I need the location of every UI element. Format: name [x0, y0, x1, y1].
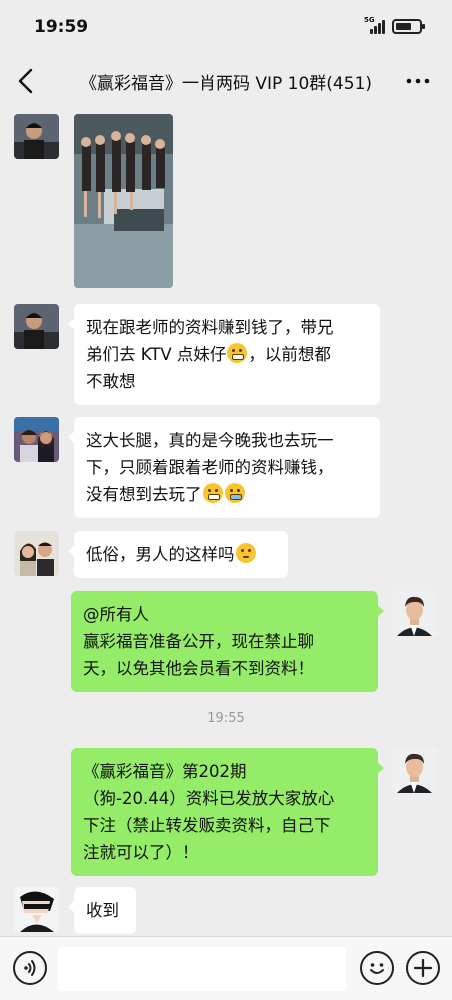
input-bar	[0, 936, 452, 1000]
message-bubble[interactable]: 收到	[68, 887, 136, 934]
avatar[interactable]	[392, 748, 437, 793]
message-text: 收到	[86, 901, 119, 920]
message-text: 这大长腿，真的是今晚我也去玩一	[86, 431, 334, 450]
message-text-line: 低俗，男人的这样吗	[86, 541, 276, 568]
chevron-left-icon	[18, 68, 33, 94]
message-text: ，以前想都	[248, 345, 331, 364]
message-bubble[interactable]: 《赢彩福音》第202期 （狗-20.44）资料已发放大家放心 下注（禁止转发贩卖…	[71, 748, 384, 876]
message-bubble[interactable]: 低俗，男人的这样吗	[68, 531, 288, 578]
plus-icon	[413, 958, 433, 978]
chat-timestamp: 19:55	[207, 711, 245, 726]
chat-image[interactable]	[74, 114, 173, 288]
emoji-button[interactable]	[360, 951, 394, 985]
message-text: 下，只顾着跟着老师的资料赚钱，	[86, 458, 334, 477]
avatar[interactable]	[392, 591, 437, 636]
avatar[interactable]	[14, 304, 59, 349]
nav-bar: 《赢彩福音》一肖两码 VIP 10群(451)	[0, 56, 452, 108]
avatar[interactable]	[14, 531, 59, 576]
message-text: 现在跟老师的资料赚到钱了，带兄	[86, 318, 334, 337]
message-text: 低俗，男人的这样吗	[86, 545, 235, 564]
message-text: 弟们去 KTV 点妹仔	[86, 345, 227, 364]
status-icons: 5G	[364, 16, 425, 34]
emoji-icon	[370, 963, 384, 974]
more-dots-icon	[406, 78, 430, 84]
battery-icon	[392, 18, 425, 34]
message-text: （狗-20.44）资料已发放大家放心	[83, 789, 335, 808]
message-text: @所有人	[83, 605, 149, 624]
message-text: 不敢想	[86, 372, 136, 391]
thinking-emoji-icon	[235, 543, 256, 563]
message-text: 天，以免其他会员看不到资料！	[83, 659, 314, 678]
message-text: 《赢彩福音》第202期	[83, 762, 247, 781]
signal-icon: 5G	[364, 16, 386, 34]
chat-title: 《赢彩福音》一肖两码 VIP 10群(451)	[79, 74, 373, 94]
grin-emoji-icon	[202, 483, 223, 503]
plus-button[interactable]	[406, 951, 440, 985]
avatar[interactable]	[14, 417, 59, 462]
message-bubble[interactable]: 这大长腿，真的是今晚我也去玩一 下，只顾着跟着老师的资料赚钱， 没有想到去玩了	[68, 417, 380, 518]
message-bubble[interactable]: 现在跟老师的资料赚到钱了，带兄 弟们去 KTV 点妹仔 ，以前想都 不敢想	[68, 304, 380, 405]
message-text-line: 没有想到去玩了	[86, 481, 368, 508]
message-bubble[interactable]: @所有人 赢彩福音准备公开，现在禁止聊 天，以免其他会员看不到资料！	[71, 591, 384, 692]
cry-emoji-icon	[224, 483, 245, 503]
status-bar: 19:59 5G	[0, 0, 452, 56]
message-text: 没有想到去玩了	[86, 485, 202, 504]
message-text-line: 弟们去 KTV 点妹仔 ，以前想都	[86, 341, 368, 368]
message-text: 注就可以了）！	[83, 843, 199, 862]
message-text: 下注（禁止转发贩卖资料，自己下	[83, 816, 331, 835]
back-button[interactable]	[14, 66, 38, 96]
voice-button[interactable]	[13, 951, 47, 985]
voice-icon	[24, 960, 36, 976]
message-text: 赢彩福音准备公开，现在禁止聊	[83, 632, 314, 651]
more-button[interactable]	[404, 69, 432, 93]
grin-emoji-icon	[227, 343, 248, 363]
status-time: 19:59	[34, 17, 89, 37]
message-input[interactable]	[58, 947, 346, 991]
avatar[interactable]	[14, 887, 59, 932]
chat-area[interactable]: 现在跟老师的资料赚到钱了，带兄 弟们去 KTV 点妹仔 ，以前想都 不敢想 这大长…	[0, 108, 452, 936]
avatar[interactable]	[14, 114, 59, 159]
network-type: 5G	[364, 16, 375, 24]
